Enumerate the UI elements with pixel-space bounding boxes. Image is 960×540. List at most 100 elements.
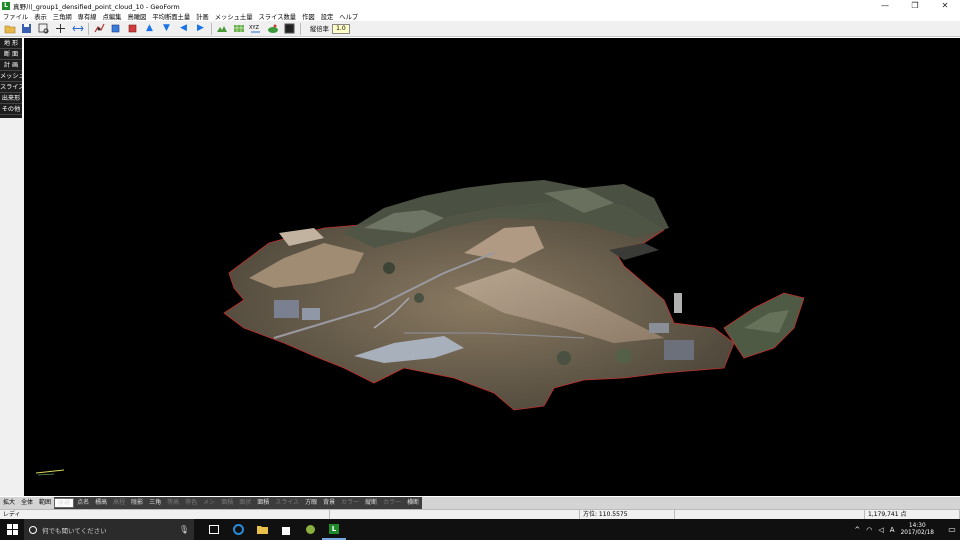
- wifi-icon[interactable]: ◠: [866, 526, 872, 534]
- contour-toggle[interactable]: 等高: [164, 498, 183, 508]
- sidebar-item-slice[interactable]: スライス: [0, 82, 22, 93]
- point-cloud-viewport[interactable]: [24, 38, 960, 496]
- svg-text:XYZ: XYZ: [249, 25, 259, 31]
- zoom-window-icon[interactable]: [37, 22, 50, 35]
- status-ready: レディ: [0, 510, 330, 519]
- sidebar-strip: [0, 118, 24, 496]
- building: [274, 300, 299, 318]
- search-placeholder: 何でも聞いてください: [42, 526, 107, 535]
- edge-icon[interactable]: [226, 519, 250, 540]
- point-name-toggle[interactable]: 点名: [74, 498, 92, 508]
- window-title: 真野川_group1_densified_point_cloud_10 - Ge…: [13, 2, 180, 11]
- sidebar-item-asbuilt[interactable]: 出来形: [0, 93, 22, 104]
- sidebar-item-section[interactable]: 断 面: [0, 49, 22, 60]
- pan-icon[interactable]: [54, 22, 67, 35]
- color-toggle[interactable]: カラー: [338, 498, 363, 508]
- windows-logo-icon: [6, 524, 18, 535]
- terrain-grid-icon[interactable]: [232, 22, 245, 35]
- zoom-range-button[interactable]: 範囲: [36, 498, 54, 508]
- elevation-toggle[interactable]: 標高: [92, 498, 110, 508]
- color-band-toggle[interactable]: 等色: [182, 498, 201, 508]
- clock[interactable]: 14:30 2017/02/18: [901, 523, 934, 537]
- menu-bar: ファイル 表示 三角網 専有線 点編集 鳥瞰図 平均断面土量 計画 メッシュ土量…: [0, 11, 960, 21]
- title-bar: L 真野川_group1_densified_point_cloud_10 - …: [0, 0, 960, 11]
- menu-point-edit[interactable]: 点編集: [103, 12, 122, 21]
- menu-help[interactable]: ヘルプ: [339, 12, 358, 21]
- task-view-icon[interactable]: [202, 519, 226, 540]
- slice-toggle[interactable]: スライス: [272, 498, 303, 508]
- menu-breakline[interactable]: 専有線: [78, 12, 97, 21]
- tin-toggle[interactable]: 三角: [146, 498, 164, 508]
- terrain-icon[interactable]: [215, 22, 228, 35]
- shade-toggle[interactable]: 陰影: [128, 498, 146, 508]
- menu-drawing[interactable]: 作図: [302, 12, 315, 21]
- menu-birdseye[interactable]: 鳥瞰図: [127, 12, 146, 21]
- zoom-in-button[interactable]: 拡大: [0, 498, 18, 508]
- screen-icon[interactable]: [283, 22, 296, 35]
- height-toggle[interactable]: 高程: [110, 498, 129, 508]
- hill-icon[interactable]: [266, 22, 279, 35]
- cube-blue-icon[interactable]: [109, 22, 122, 35]
- cube-red-icon[interactable]: [126, 22, 139, 35]
- sidebar-item-terrain[interactable]: 地 形: [0, 38, 22, 49]
- file-explorer-icon[interactable]: [250, 519, 274, 540]
- taskbar-search[interactable]: 何でも聞いてください 🎙: [24, 519, 194, 540]
- vertical-ratio-label: 縦倍率: [310, 26, 329, 33]
- media-icon[interactable]: [298, 519, 322, 540]
- notification-icon[interactable]: ▭: [944, 519, 960, 540]
- background-toggle[interactable]: 背景: [320, 498, 338, 508]
- zoom-all-button[interactable]: 全体: [18, 498, 36, 508]
- plot-icon[interactable]: [92, 22, 105, 35]
- window-controls: — ❐ ✕: [870, 0, 960, 11]
- arrow-up-icon[interactable]: ▲: [143, 22, 156, 35]
- save-icon[interactable]: [20, 22, 33, 35]
- close-button[interactable]: ✕: [930, 0, 960, 11]
- menu-mesh-volume[interactable]: メッシュ土量: [215, 12, 253, 21]
- surface-toggle[interactable]: 面状: [236, 498, 255, 508]
- microphone-icon[interactable]: 🎙: [179, 525, 189, 534]
- axis-indicator: [35, 469, 65, 474]
- cortana-icon: [29, 525, 37, 534]
- store-icon[interactable]: [274, 519, 298, 540]
- toolbar-separator: [88, 22, 89, 35]
- sidebar-item-plan[interactable]: 計 画: [0, 60, 22, 71]
- display-toggle-group: 座標 点名 標高 高程 陰影 三角 等高 等色 メシ 面積 面状 面積 スライス…: [54, 497, 423, 509]
- menu-slice-quantity[interactable]: スライス数量: [259, 12, 297, 21]
- arrow-left-icon[interactable]: ◀: [177, 22, 190, 35]
- grid-toggle[interactable]: 方眼: [302, 498, 320, 508]
- system-tray: ^ ◠ ◁ A 14:30 2017/02/18 ▭: [854, 519, 960, 540]
- sidebar-item-other[interactable]: その他: [0, 104, 22, 115]
- menu-file[interactable]: ファイル: [3, 12, 28, 21]
- menu-view[interactable]: 表示: [34, 12, 47, 21]
- profile-toggle[interactable]: 縦断: [362, 498, 380, 508]
- arrow-down-icon[interactable]: ▼: [160, 22, 173, 35]
- point-cloud-render: [35, 180, 805, 476]
- mesh-toggle[interactable]: メシ: [200, 498, 219, 508]
- sidebar-item-mesh[interactable]: メッシュ: [0, 71, 22, 82]
- fit-view-icon[interactable]: [71, 22, 84, 35]
- menu-avg-section[interactable]: 平均断面土量: [152, 12, 190, 21]
- menu-settings[interactable]: 設定: [321, 12, 334, 21]
- open-folder-icon[interactable]: [3, 22, 16, 35]
- clock-date: 2017/02/18: [900, 529, 934, 536]
- restore-button[interactable]: ❐: [900, 0, 930, 11]
- color2-toggle[interactable]: カラー: [380, 498, 405, 508]
- minimize-button[interactable]: —: [870, 0, 900, 11]
- status-blank-2: [675, 510, 865, 519]
- xyz-icon[interactable]: XYZ: [249, 22, 262, 35]
- arrow-right-icon[interactable]: ▶: [194, 22, 207, 35]
- area2-toggle[interactable]: 面積: [254, 498, 272, 508]
- coordinate-toggle[interactable]: 座標: [54, 498, 75, 508]
- area-toggle[interactable]: 面積: [218, 498, 237, 508]
- start-button[interactable]: [0, 519, 24, 540]
- vertical-ratio-input[interactable]: 1.0: [331, 23, 350, 34]
- windows-taskbar: 何でも聞いてください 🎙 L ^ ◠ ◁ A 14:30 2017/02/18 …: [0, 519, 960, 540]
- menu-plan[interactable]: 計画: [196, 12, 209, 21]
- chevron-up-icon[interactable]: ^: [854, 526, 860, 534]
- cross-section-toggle[interactable]: 横断: [404, 498, 422, 508]
- ime-indicator[interactable]: A: [890, 526, 895, 534]
- geoform-taskbar-icon[interactable]: L: [322, 519, 346, 540]
- status-point-count: 1,179,741 点: [865, 510, 960, 519]
- menu-tin[interactable]: 三角網: [53, 12, 72, 21]
- volume-icon[interactable]: ◁: [878, 526, 883, 534]
